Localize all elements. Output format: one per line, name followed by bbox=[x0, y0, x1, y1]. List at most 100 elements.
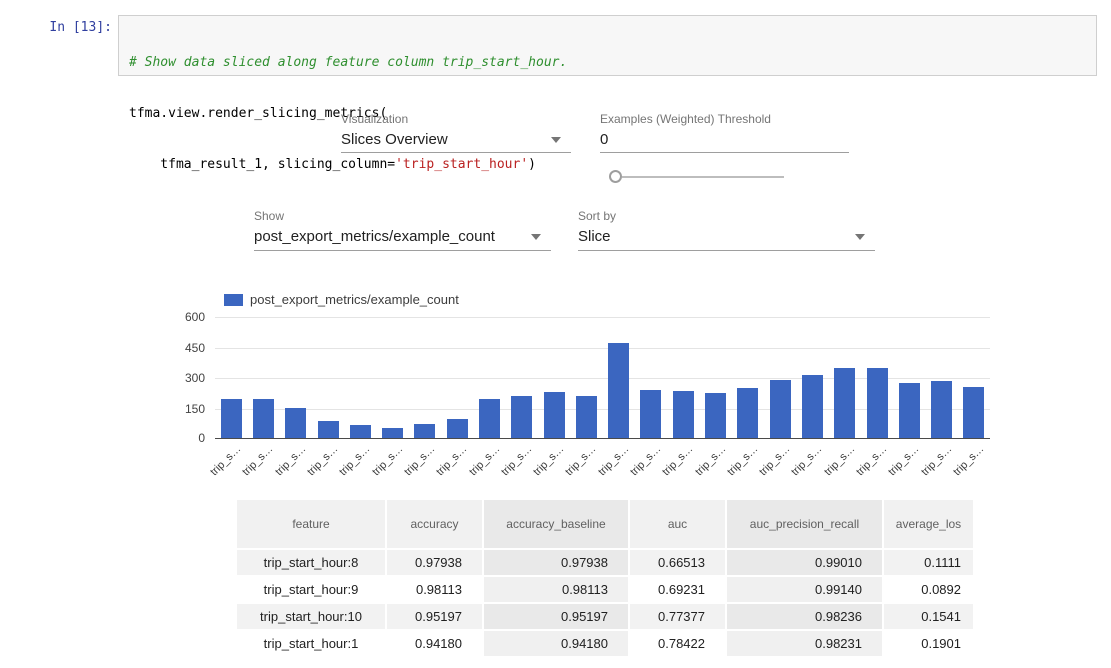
table-cell: 0.94180 bbox=[387, 631, 484, 658]
table-row: trip_start_hour:100.951970.951970.773770… bbox=[237, 604, 973, 631]
feature-cell: trip_start_hour:9 bbox=[237, 577, 387, 604]
x-axis-label: trip_s… bbox=[919, 443, 954, 478]
table-cell: 0.95197 bbox=[387, 604, 484, 631]
chart-bar bbox=[770, 380, 791, 438]
table-row: trip_start_hour:10.941800.941800.784220.… bbox=[237, 631, 973, 658]
sort-by-value[interactable]: Slice bbox=[578, 228, 611, 245]
x-axis-label: trip_s… bbox=[790, 443, 825, 478]
table-cell: 0.98113 bbox=[484, 577, 630, 604]
x-axis-label: trip_s… bbox=[660, 443, 695, 478]
x-axis-label: trip_s… bbox=[467, 443, 502, 478]
header-cell: accuracy bbox=[387, 500, 484, 550]
chart-bar bbox=[511, 396, 532, 438]
chart-bar bbox=[640, 390, 661, 438]
x-axis-label: trip_s… bbox=[854, 443, 889, 478]
chart-bar bbox=[834, 368, 855, 438]
table-cell: 0.95197 bbox=[484, 604, 630, 631]
y-tick-label: 600 bbox=[158, 310, 205, 324]
x-axis-label: trip_s… bbox=[241, 443, 276, 478]
legend-label: post_export_metrics/example_count bbox=[250, 292, 459, 307]
table-cell: 0.98231 bbox=[727, 631, 884, 658]
chart-bar bbox=[673, 391, 694, 438]
x-axis-label: trip_s… bbox=[273, 443, 308, 478]
x-axis-baseline bbox=[215, 438, 990, 439]
bar-chart-plot bbox=[215, 317, 990, 439]
code-comment: # Show data sliced along feature column … bbox=[129, 55, 567, 70]
table-cell: 0.99010 bbox=[727, 550, 884, 577]
metrics-table: featureaccuracyaccuracy_baselineaucauc_p… bbox=[237, 500, 973, 658]
x-axis: trip_s…trip_s…trip_s…trip_s…trip_s…trip_… bbox=[215, 441, 990, 485]
chart-bar bbox=[221, 399, 242, 438]
x-axis-label: trip_s… bbox=[628, 443, 663, 478]
y-tick-label: 0 bbox=[158, 431, 205, 445]
chart-bar bbox=[382, 428, 403, 438]
x-axis-label: trip_s… bbox=[402, 443, 437, 478]
y-tick-label: 150 bbox=[158, 402, 205, 416]
visualization-label: Visualization bbox=[341, 112, 408, 126]
feature-cell: trip_start_hour:8 bbox=[237, 550, 387, 577]
gridline bbox=[215, 348, 990, 349]
chart-bar bbox=[802, 375, 823, 438]
x-axis-label: trip_s… bbox=[822, 443, 857, 478]
table-cell: 0.1541 bbox=[884, 604, 973, 631]
table-cell: 0.1111 bbox=[884, 550, 973, 577]
x-axis-label: trip_s… bbox=[305, 443, 340, 478]
table-cell: 0.98236 bbox=[727, 604, 884, 631]
x-axis-label: trip_s… bbox=[886, 443, 921, 478]
table-cell: 0.78422 bbox=[630, 631, 727, 658]
feature-cell: trip_start_hour:10 bbox=[237, 604, 387, 631]
threshold-slider-handle[interactable] bbox=[609, 170, 622, 183]
chart-bar bbox=[318, 421, 339, 438]
show-value[interactable]: post_export_metrics/example_count bbox=[254, 228, 495, 245]
table-cell: 0.98113 bbox=[387, 577, 484, 604]
y-axis: 6004503001500 bbox=[158, 317, 205, 443]
visualization-select[interactable] bbox=[341, 152, 571, 153]
chart-bar bbox=[447, 419, 468, 438]
table-cell: 0.99140 bbox=[727, 577, 884, 604]
visualization-value[interactable]: Slices Overview bbox=[341, 131, 448, 148]
y-tick-label: 300 bbox=[158, 371, 205, 385]
chart-bar bbox=[608, 343, 629, 438]
chart-bar bbox=[544, 392, 565, 438]
code-cell[interactable]: # Show data sliced along feature column … bbox=[118, 15, 1097, 76]
chevron-down-icon[interactable] bbox=[551, 137, 561, 143]
x-axis-label: trip_s… bbox=[208, 443, 243, 478]
x-axis-label: trip_s… bbox=[951, 443, 986, 478]
chart-bar bbox=[576, 396, 597, 438]
chart-bar bbox=[931, 381, 952, 438]
show-label: Show bbox=[254, 209, 284, 223]
x-axis-label: trip_s… bbox=[434, 443, 469, 478]
chevron-down-icon[interactable] bbox=[531, 234, 541, 240]
header-cell: auc_precision_recall bbox=[727, 500, 884, 550]
x-axis-label: trip_s… bbox=[757, 443, 792, 478]
code-line: tfma_result_1, slicing_column='trip_star… bbox=[129, 156, 1086, 173]
gridline bbox=[215, 317, 990, 318]
chart-bar bbox=[253, 399, 274, 438]
chevron-down-icon[interactable] bbox=[855, 234, 865, 240]
chart-bar bbox=[285, 408, 306, 438]
chart-bar bbox=[963, 387, 984, 438]
header-cell: accuracy_baseline bbox=[484, 500, 630, 550]
x-axis-label: trip_s… bbox=[564, 443, 599, 478]
chart-bar bbox=[350, 425, 371, 438]
table-header-row: featureaccuracyaccuracy_baselineaucauc_p… bbox=[237, 500, 973, 550]
table-cell: 0.66513 bbox=[630, 550, 727, 577]
sort-by-select[interactable] bbox=[578, 250, 875, 251]
chart-bar bbox=[867, 368, 888, 438]
table-cell: 0.69231 bbox=[630, 577, 727, 604]
threshold-slider-track[interactable] bbox=[622, 176, 784, 178]
chart-bar bbox=[414, 424, 435, 438]
chart-bar bbox=[899, 383, 920, 438]
threshold-input[interactable]: 0 bbox=[600, 131, 608, 148]
threshold-underline bbox=[600, 152, 849, 153]
x-axis-label: trip_s… bbox=[499, 443, 534, 478]
table-cell: 0.0892 bbox=[884, 577, 973, 604]
show-select[interactable] bbox=[254, 250, 551, 251]
threshold-label: Examples (Weighted) Threshold bbox=[600, 112, 771, 126]
table-cell: 0.94180 bbox=[484, 631, 630, 658]
header-cell: average_los bbox=[884, 500, 973, 550]
chart-bar bbox=[705, 393, 726, 438]
table-row: trip_start_hour:90.981130.981130.692310.… bbox=[237, 577, 973, 604]
header-cell: feature bbox=[237, 500, 387, 550]
notebook-page: In [13]: # Show data sliced along featur… bbox=[0, 0, 1111, 668]
